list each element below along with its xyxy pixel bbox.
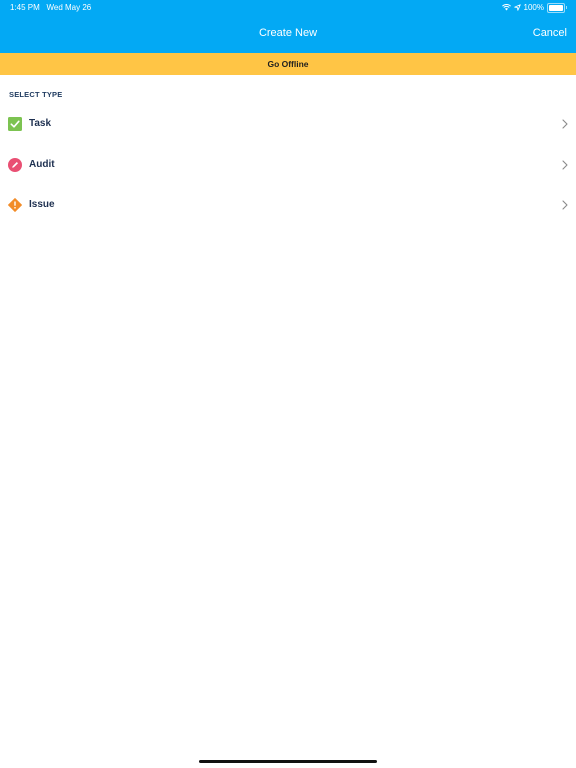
list-item-label: Audit — [29, 159, 55, 170]
cancel-button[interactable]: Cancel — [533, 26, 567, 40]
navigation-bar: 1:45 PM Wed May 26 100% Create New Cance… — [0, 0, 576, 53]
home-indicator[interactable] — [199, 760, 377, 763]
status-indicators: 100% — [501, 2, 567, 13]
list-item-label: Issue — [29, 199, 55, 210]
go-offline-button[interactable]: Go Offline — [0, 53, 576, 75]
list-item-issue[interactable]: Issue — [0, 185, 576, 225]
status-date-text: Wed May 26 — [46, 3, 92, 12]
section-header: SELECT TYPE — [9, 90, 63, 99]
battery-percent: 100% — [523, 3, 544, 12]
chevron-right-icon — [562, 160, 568, 170]
chevron-right-icon — [562, 200, 568, 210]
location-arrow-icon — [513, 4, 521, 11]
status-time-text: 1:45 PM — [10, 3, 40, 12]
chevron-right-icon — [562, 119, 568, 129]
battery-icon — [547, 2, 567, 13]
page-title: Create New — [258, 27, 318, 39]
checkmark-icon — [8, 117, 22, 131]
list-item-label: Task — [29, 118, 52, 129]
wifi-icon — [501, 4, 511, 11]
warning-icon — [8, 198, 22, 212]
pencil-icon — [8, 158, 22, 172]
status-time: 1:45 PM Wed May 26 — [10, 3, 91, 13]
list-item-task[interactable]: Task — [0, 104, 576, 144]
list-item-audit[interactable]: Audit — [0, 145, 576, 185]
